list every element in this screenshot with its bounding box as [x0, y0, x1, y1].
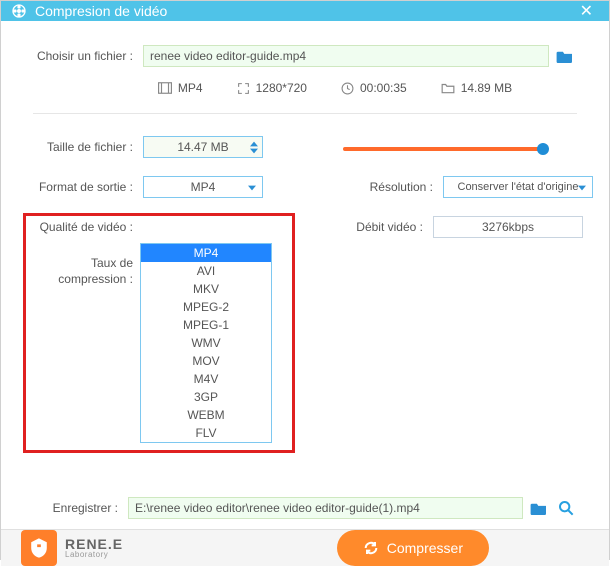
format-label: Format de sortie :	[33, 180, 133, 194]
resolution-select[interactable]: Conserver l'état d'origine	[443, 176, 593, 198]
bitrate-label: Débit vidéo :	[343, 220, 423, 234]
compression-label: Taux de compression :	[33, 256, 133, 287]
film-strip-icon	[158, 82, 172, 94]
close-button[interactable]: ✕	[574, 1, 599, 21]
file-input[interactable]: renee video editor-guide.mp4	[143, 45, 549, 67]
choose-file-row: Choisir un fichier : renee video editor-…	[33, 45, 577, 67]
search-icon	[558, 500, 574, 516]
format-select[interactable]: MP4	[143, 176, 263, 198]
format-field: Format de sortie : MP4	[33, 176, 303, 198]
slider-thumb[interactable]	[537, 143, 549, 155]
chevron-down-icon	[248, 180, 256, 194]
file-size-field: Taille de fichier : 14.47 MB	[33, 136, 303, 158]
divider	[33, 113, 577, 114]
format-option[interactable]: MP4	[141, 244, 271, 262]
format-option[interactable]: 3GP	[141, 388, 271, 406]
folder-icon	[556, 49, 574, 63]
choose-file-label: Choisir un fichier :	[33, 49, 133, 63]
save-label: Enregistrer :	[33, 501, 118, 515]
spinner-arrows[interactable]	[250, 141, 258, 154]
chevron-up-icon	[250, 141, 258, 147]
size-slider[interactable]	[343, 147, 543, 151]
bitrate-value-box: 3276kbps	[433, 216, 583, 238]
format-option[interactable]: MPEG-1	[141, 316, 271, 334]
clock-icon	[341, 82, 354, 95]
folder-icon	[530, 501, 548, 515]
save-path-value: E:\renee video editor\renee video editor…	[135, 501, 420, 515]
compress-button-label: Compresser	[387, 540, 463, 556]
meta-format: MP4	[158, 81, 203, 95]
footer: RENE.E Laboratory Compresser	[1, 529, 609, 566]
format-option[interactable]: MPEG-2	[141, 298, 271, 316]
resolution-field: Résolution : Conserver l'état d'origine	[343, 176, 593, 198]
settings-grid: Taille de fichier : 14.47 MB Format de s…	[33, 136, 577, 287]
format-option[interactable]: MKV	[141, 280, 271, 298]
logo-badge-icon	[21, 530, 57, 566]
bitrate-field: Débit vidéo : 3276kbps	[343, 216, 593, 238]
meta-size: 14.89 MB	[441, 81, 512, 95]
logo-main: RENE.E	[65, 537, 123, 551]
meta-size-value: 14.89 MB	[461, 81, 512, 95]
app-window: Compresion de vidéo ✕ Choisir un fichier…	[0, 0, 610, 560]
meta-duration: 00:00:35	[341, 81, 407, 95]
format-value: MP4	[191, 180, 216, 194]
size-slider-wrap	[343, 144, 593, 151]
resolution-value: Conserver l'état d'origine	[458, 181, 579, 193]
save-path-input[interactable]: E:\renee video editor\renee video editor…	[128, 497, 523, 519]
file-size-label: Taille de fichier :	[33, 140, 133, 154]
chevron-down-icon	[578, 180, 586, 194]
file-meta-row: MP4 1280*720 00:00:35 14.89 MB	[33, 81, 577, 95]
format-option[interactable]: AVI	[141, 262, 271, 280]
film-icon	[11, 3, 27, 19]
logo-sub: Laboratory	[65, 551, 123, 559]
meta-duration-value: 00:00:35	[360, 81, 407, 95]
content-area: Choisir un fichier : renee video editor-…	[1, 21, 609, 529]
refresh-icon	[363, 540, 379, 556]
save-search-button[interactable]	[555, 497, 577, 519]
format-option[interactable]: MOV	[141, 352, 271, 370]
format-option[interactable]: WMV	[141, 334, 271, 352]
quality-field: Qualité de vidéo :	[33, 220, 303, 234]
chevron-down-icon	[250, 148, 258, 154]
save-browse-button[interactable]	[527, 497, 551, 519]
format-dropdown-list[interactable]: MP4AVIMKVMPEG-2MPEG-1WMVMOVM4V3GPWEBMFLV	[140, 243, 272, 443]
file-size-spinner[interactable]: 14.47 MB	[143, 136, 263, 158]
titlebar: Compresion de vidéo ✕	[1, 1, 609, 21]
meta-format-value: MP4	[178, 81, 203, 95]
format-option[interactable]: WEBM	[141, 406, 271, 424]
save-row: Enregistrer : E:\renee video editor\rene…	[33, 497, 577, 519]
bitrate-value: 3276kbps	[482, 220, 534, 234]
file-input-value: renee video editor-guide.mp4	[150, 49, 306, 63]
format-option[interactable]: FLV	[141, 424, 271, 442]
format-option[interactable]: M4V	[141, 370, 271, 388]
expand-icon	[237, 82, 250, 95]
meta-dimensions-value: 1280*720	[256, 81, 307, 95]
logo: RENE.E Laboratory	[21, 530, 123, 566]
file-size-value: 14.47 MB	[177, 140, 228, 154]
meta-dimensions: 1280*720	[237, 81, 307, 95]
folder-outline-icon	[441, 82, 455, 94]
browse-button[interactable]	[553, 45, 577, 67]
resolution-label: Résolution :	[343, 180, 433, 194]
compress-button[interactable]: Compresser	[337, 530, 489, 566]
quality-label: Qualité de vidéo :	[33, 220, 133, 234]
window-title: Compresion de vidéo	[35, 3, 167, 19]
logo-text: RENE.E Laboratory	[65, 537, 123, 559]
